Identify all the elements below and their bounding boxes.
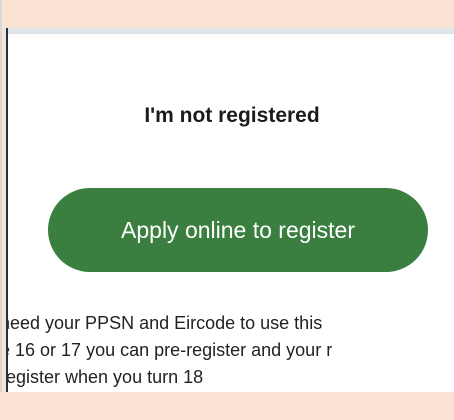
registration-card: I'm not registered Apply online to regis… bbox=[6, 28, 454, 392]
instructions-text: need your PPSN and Eircode to use this e… bbox=[6, 310, 454, 391]
instructions-line-3: register when you turn 18 bbox=[6, 367, 204, 387]
card-top-divider bbox=[8, 28, 454, 34]
bottom-background-band bbox=[0, 392, 454, 420]
apply-online-button[interactable]: Apply online to register bbox=[48, 188, 428, 272]
instructions-line-2: e 16 or 17 you can pre-register and your… bbox=[6, 340, 333, 360]
instructions-line-1: need your PPSN and Eircode to use this bbox=[6, 313, 323, 333]
section-title: I'm not registered bbox=[144, 104, 320, 127]
left-frame-border bbox=[0, 0, 2, 420]
